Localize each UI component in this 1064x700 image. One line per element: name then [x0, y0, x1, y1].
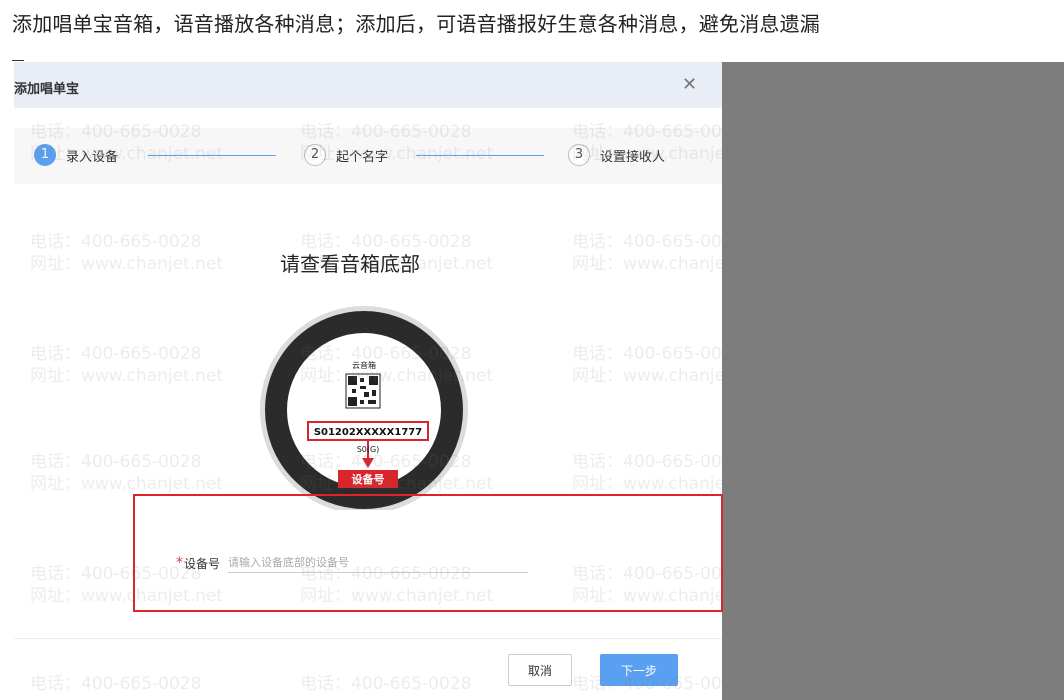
next-step-button[interactable]: 下一步 [600, 654, 678, 686]
step-3-label: 设置接收人 [600, 149, 666, 165]
steps-bar: 1 录入设备 2 起个名字 3 设置接收人 [14, 128, 722, 184]
required-mark: * [176, 555, 183, 571]
step-3: 3 设置接收人 [568, 142, 665, 168]
step-1: 1 录入设备 [34, 142, 118, 168]
cancel-button[interactable]: 取消 [508, 654, 572, 686]
device-number-input[interactable] [228, 553, 529, 573]
step-2: 2 起个名字 [304, 142, 388, 168]
speaker-brand-text: 云音箱 [352, 360, 376, 370]
step-connector-2 [416, 155, 544, 156]
dialog-header: 添加唱单宝 ✕ [14, 62, 722, 108]
step-connector-1 [148, 155, 276, 156]
caption-text: 添加唱单宝音箱，语音播放各种消息；添加后，可语音播报好生意各种消息，避免消息遗漏 [12, 12, 820, 36]
device-number-tag-text: 设备号 [352, 472, 385, 486]
step-2-label: 起个名字 [336, 149, 389, 165]
speaker-bottom-illustration: 云音箱 S01202XXXXX1777 S0(G) 设备号 [260, 306, 468, 510]
device-number-label: 设备号 [184, 556, 221, 571]
model-text: S0(G) [357, 445, 380, 454]
step-3-number: 3 [568, 144, 590, 166]
dialog-title: 添加唱单宝 [14, 82, 80, 97]
caption-divider [12, 60, 24, 61]
step-1-number: 1 [34, 144, 56, 166]
footer-divider [14, 638, 722, 639]
instruction-heading: 请查看音箱底部 [280, 252, 420, 276]
modal-overlay[interactable] [722, 62, 1064, 700]
serial-number-text: S01202XXXXX1777 [314, 427, 422, 438]
step-1-label: 录入设备 [66, 149, 119, 165]
step-2-number: 2 [304, 144, 326, 166]
device-number-field: * 设备号 [176, 552, 529, 574]
add-device-dialog: 添加唱单宝 ✕ 1 录入设备 2 起个名字 3 设置接收人 请查看音箱底部 云音… [14, 62, 722, 700]
close-icon[interactable]: ✕ [682, 76, 697, 94]
qr-code-icon [345, 373, 381, 409]
screenshot-page: 添加唱单宝音箱，语音播放各种消息；添加后，可语音播报好生意各种消息，避免消息遗漏… [0, 0, 1064, 700]
